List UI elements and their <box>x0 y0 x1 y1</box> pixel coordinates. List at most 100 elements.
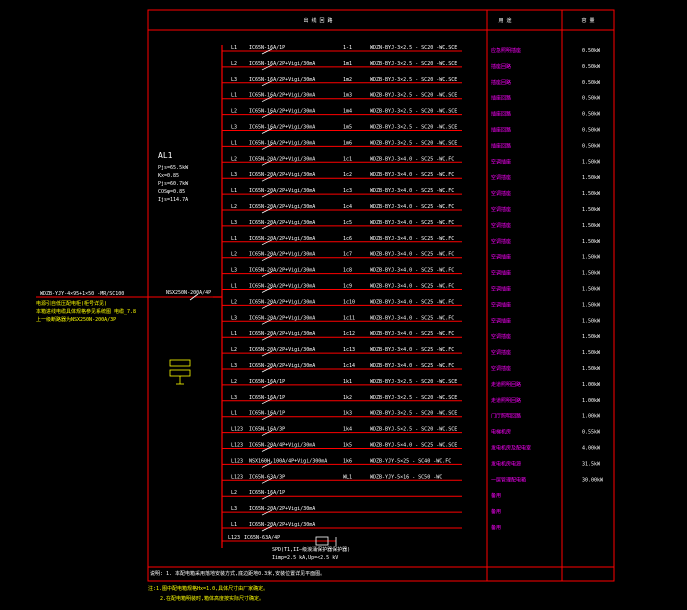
terminal-block-icon-2 <box>169 369 191 377</box>
circuit-power: 1.00kW <box>582 382 601 388</box>
circuit-cable: WDZB-BYJ-3×2.5 - SC20 -WC.SCE <box>370 411 457 417</box>
circuit-cable: WDZB-BYJ-3×4.0 - SC25 -WC.FC <box>370 156 454 162</box>
circuit-cable: WDZB-BYJ-3×2.5 - SC20 -WC.SCE <box>370 379 457 385</box>
circuit-row: L2 IC65N-20A/2P+Vigi/30mA 1c10 WDZB-BYJ-3×4… <box>222 299 601 309</box>
circuit-breaker: IC65N-20A/2P+Vigi/30mA <box>249 315 315 321</box>
header-use: 用 途 <box>498 17 511 24</box>
circuit-id: 1c8 <box>343 268 352 274</box>
footnote: 说明: 1. 本配电箱采用落地安装方式,底边距地0.3米,安装位置详见平面图。 <box>150 570 325 577</box>
circuit-breaker: IC65N-16A/2P+Vigi/30mA <box>249 93 315 99</box>
circuit-row: L123 IC65N-63A/3P WL1 WDZB-YJY-5×16 - SC50 … <box>222 474 604 484</box>
circuit-phase: L1 <box>231 140 237 146</box>
circuit-id: 1-1 <box>343 45 352 51</box>
circuit-cable: WDZB-BYJ-3×2.5 - SC20 -WC.SCE <box>370 140 457 146</box>
circuit-power: 0.50kW <box>582 112 601 118</box>
circuit-row: L3 IC65N-16A/2P+Vigi/30mA 1m5 WDZB-BYJ-3×2.… <box>222 125 601 134</box>
circuit-phase: L3 <box>231 172 237 178</box>
circuit-id: 1c7 <box>343 252 352 258</box>
spd-line-2: Iimp=2.5 kA,Up=<2.5 kV <box>272 555 338 561</box>
circuit-power: 0.55kW <box>582 430 601 436</box>
circuit-power: 1.50kW <box>582 239 601 245</box>
circuit-id: 1k6 <box>343 458 352 464</box>
circuit-breaker: IC65N-16A/2P+Vigi/30mA <box>249 109 315 115</box>
circuit-phase: L1 <box>231 45 237 51</box>
circuit-row: L3 IC65N-16A/2P+Vigi/30mA 1m2 WDZB-BYJ-3×2.… <box>222 77 601 87</box>
circuit-phase: L3 <box>231 363 237 369</box>
circuit-row: L2 IC65N-20A/2P+Vigi/30mA 1c7 WDZB-BYJ-3×4.… <box>222 252 601 262</box>
circuit-power: 4.00kW <box>582 446 601 452</box>
circuit-use: 备用 <box>491 524 501 531</box>
circuit-row: L1 IC65N-16A/1P 1k3 WDZB-BYJ-3×2.5 - SC20 -… <box>222 411 601 421</box>
circuit-phase: L123 <box>231 443 243 449</box>
circuit-row: L2 IC65N-16A/2P+Vigi/30mA 1m1 WDZB-BYJ-3×2.… <box>222 61 601 71</box>
circuit-power: 1.50kW <box>582 302 601 308</box>
circuit-breaker: IC65N-20A/2P+Vigi/30mA <box>249 363 315 369</box>
circuit-use: 备用 <box>491 508 501 515</box>
circuit-row: L2 IC65N-16A/1P 备用 <box>222 490 501 500</box>
circuit-use: 插座回路 <box>491 79 511 86</box>
panel-param: Pjs=65.5kW <box>158 165 189 171</box>
circuit-cable: WDZN-BYJ-3×2.5 - SC20 -WC.SCE <box>370 45 457 51</box>
circuit-breaker: IC65N-20A/2P+Vigi/30mA <box>249 188 315 194</box>
circuit-cable: WDZB-BYJ-3×4.0 - SC25 -WC.FC <box>370 347 454 353</box>
circuit-power: 1.00kW <box>582 414 601 420</box>
circuit-id: 1k3 <box>343 411 352 417</box>
circuit-use: 空调插座 <box>491 254 511 261</box>
circuit-power: 1.50kW <box>582 271 601 277</box>
circuit-cable: WDZB-BYJ-3×2.5 - SC20 -WC.SCE <box>370 125 457 131</box>
circuit-cable: WDZB-YJY-5×16 - SC50 -WC <box>370 474 442 480</box>
panel-param: Kx=0.85 <box>158 173 179 179</box>
circuit-use: 空调插座 <box>491 317 511 324</box>
circuit-id: 1m4 <box>343 109 352 115</box>
circuit-use: 空调插座 <box>491 238 511 245</box>
panel-param: Pjs=60.7kW <box>158 181 189 187</box>
circuit-id: 1c11 <box>343 315 355 321</box>
circuit-row: L3 IC65N-20A/2P+Vigi/30mA 1c11 WDZB-BYJ-3×4… <box>222 315 601 325</box>
circuit-cable: WDZB-BYJ-3×4.0 - SC25 -WC.FC <box>370 284 454 290</box>
circuit-id: 1k2 <box>343 395 352 401</box>
circuit-use: 空调插座 <box>491 301 511 308</box>
circuit-id: 1c3 <box>343 188 352 194</box>
circuit-row: L3 IC65N-20A/2P+Vigi/30mA 备用 <box>222 506 501 516</box>
spd-line-1: SPD(T1,II—级浪涌保护器保护器) <box>272 546 350 553</box>
circuit-breaker: IC65N-20A/4P+Vigi/30mA <box>249 443 315 449</box>
circuit-power: 1.50kW <box>582 350 601 356</box>
circuit-breaker: IC65N-20A/2P+Vigi/30mA <box>249 347 315 353</box>
circuit-cable: WDZB-BYJ-3×4.0 - SC25 -WC.FC <box>370 363 454 369</box>
circuit-cable: WDZB-BYJ-3×4.0 - SC25 -WC.FC <box>370 331 454 337</box>
circuit-id: 1c14 <box>343 363 355 369</box>
circuit-power: 1.50kW <box>582 334 601 340</box>
incoming-note: 本箱进线电缆具体规格参见系统图 电缆_7.8 <box>36 308 136 315</box>
circuit-breaker: IC65N-16A/2P+Vigi/30mA <box>249 125 315 131</box>
circuit-breaker: IC65N-16A/2P+Vigi/30mA <box>249 140 315 146</box>
circuit-use: 电梯机房 <box>491 429 511 436</box>
circuit-id: 1m1 <box>343 61 352 67</box>
panel-param: COSφ=0.85 <box>158 189 185 195</box>
circuit-row: L1 IC65N-20A/2P+Vigi/30mA 1c6 WDZB-BYJ-3×4.… <box>222 236 601 246</box>
circuit-phase: L3 <box>231 77 237 83</box>
bottom-note-1: 注:1.图中配电箱规格Hx=1.0,具体尺寸由厂家确定。 <box>148 585 268 592</box>
circuit-cable: WDZB-BYJ-3×4.0 - SC25 -WC.FC <box>370 220 454 226</box>
circuit-cable: WDZB-BYJ-3×4.0 - SC25 -WC.FC <box>370 268 454 274</box>
incoming-note: 上一级断路器为NSX250N-200A/3P <box>36 316 116 323</box>
circuit-breaker: IC65N-20A/2P+Vigi/30mA <box>249 299 315 305</box>
circuit-phase: L3 <box>231 395 237 401</box>
circuit-breaker: IC65N-20A/2P+Vigi/30mA <box>249 172 315 178</box>
circuit-power: 1.50kW <box>582 175 601 181</box>
circuit-use: 空调插座 <box>491 349 511 356</box>
incoming-cable: WDZB-YJY-4×95+1×50 -MR/SC100 <box>40 291 124 297</box>
circuit-row: L3 IC65N-16A/1P 1k2 WDZB-BYJ-3×2.5 - SC20 -… <box>222 395 601 405</box>
circuit-power: 1.50kW <box>582 255 601 261</box>
header-power: 容 量 <box>581 17 594 24</box>
circuit-use: 门厅照明回路 <box>491 413 521 420</box>
circuit-row: L3 IC65N-20A/2P+Vigi/30mA 1c14 WDZB-BYJ-3×4… <box>222 363 601 373</box>
incoming-note: 电源引自低压配电柜(柜号详见) <box>36 300 107 307</box>
circuit-phase: L3 <box>231 315 237 321</box>
circuit-use: 空调插座 <box>491 222 511 229</box>
circuit-power: 1.00kW <box>582 398 601 404</box>
circuit-breaker: IC65N-20A/2P+Vigi/30mA <box>249 252 315 258</box>
circuit-id: 1k1 <box>343 379 352 385</box>
circuit-id: 1c2 <box>343 172 352 178</box>
circuit-cable: WDZB-BYJ-3×4.0 - SC25 -WC.FC <box>370 315 454 321</box>
circuit-phase: L2 <box>231 379 237 385</box>
